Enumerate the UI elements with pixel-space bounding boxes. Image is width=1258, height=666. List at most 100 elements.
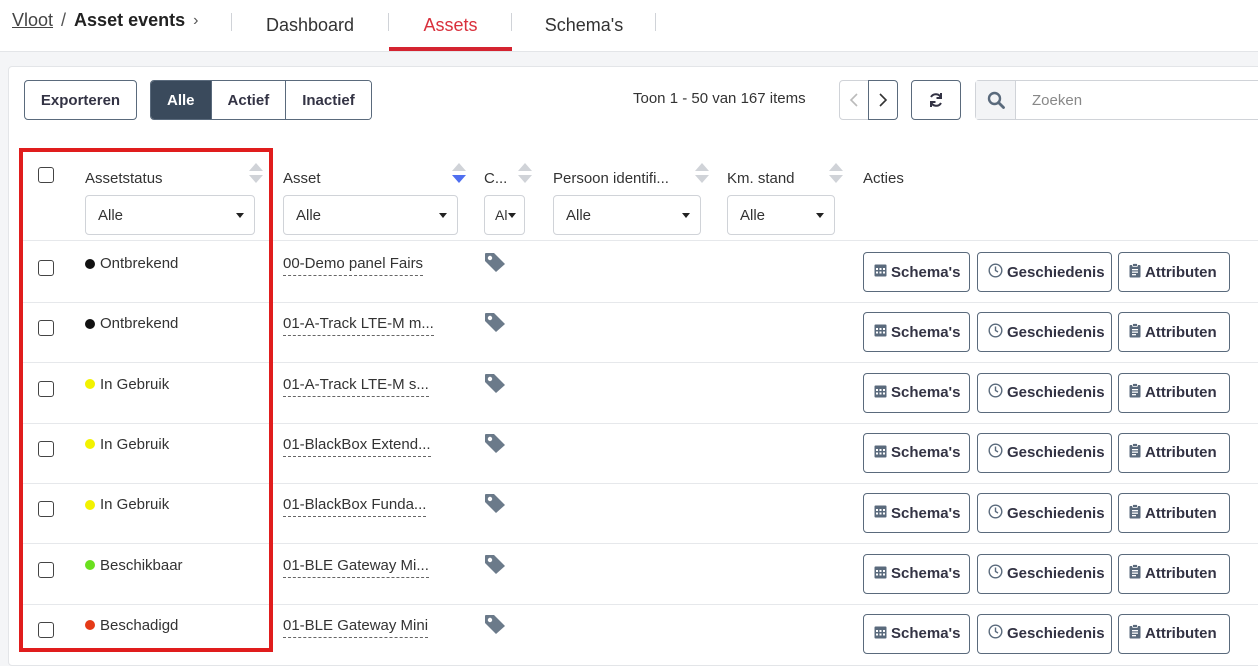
chevron-right-icon <box>879 93 888 107</box>
history-button[interactable]: Geschiedenis <box>977 312 1112 353</box>
calendar-icon <box>874 263 891 281</box>
breadcrumb-current: Asset events <box>74 10 186 30</box>
clipboard-icon <box>1129 322 1145 342</box>
refresh-icon <box>930 93 942 107</box>
history-button[interactable]: Geschiedenis <box>977 252 1112 292</box>
asset-link[interactable]: 01-A-Track LTE-M m... <box>283 315 434 337</box>
history-button[interactable]: Geschiedenis <box>977 372 1112 413</box>
history-button-label: Geschiedenis <box>1007 625 1105 643</box>
attributes-button[interactable]: Attributen <box>1118 312 1230 353</box>
caret-down-icon <box>816 213 824 218</box>
column-header-km[interactable]: Km. stand <box>727 170 795 187</box>
schemas-button[interactable]: Schema's <box>863 432 970 473</box>
column-header-asset[interactable]: Asset <box>283 170 321 187</box>
history-button-label: Geschiedenis <box>1007 565 1105 582</box>
tag-icon[interactable] <box>484 493 506 518</box>
history-button[interactable]: Geschiedenis <box>977 493 1112 534</box>
clock-icon <box>988 443 1007 462</box>
active-filter-group: Alle Actief Inactief <box>150 80 372 120</box>
history-button-label: Geschiedenis <box>1007 263 1105 281</box>
c-filter-select[interactable]: Al <box>484 195 525 235</box>
filter-all-button[interactable]: Alle <box>151 81 212 119</box>
calendar-icon <box>874 565 891 583</box>
history-button[interactable]: Geschiedenis <box>977 553 1112 594</box>
calendar-icon <box>874 625 891 643</box>
history-button[interactable]: Geschiedenis <box>977 613 1112 654</box>
filter-active-button[interactable]: Actief <box>211 81 287 119</box>
clock-icon <box>988 262 1007 282</box>
clock-icon <box>988 323 1007 342</box>
breadcrumb-vloot-link[interactable]: Vloot <box>12 10 53 31</box>
select-value: Alle <box>296 206 322 224</box>
history-button[interactable]: Geschiedenis <box>977 432 1112 473</box>
tag-icon[interactable] <box>484 554 506 579</box>
attributes-button[interactable]: Attributen <box>1118 252 1230 292</box>
asset-link[interactable]: 01-BlackBox Funda... <box>283 496 427 518</box>
refresh-button[interactable] <box>911 80 961 120</box>
tag-icon[interactable] <box>484 252 506 277</box>
schemas-button[interactable]: Schema's <box>863 613 970 654</box>
schemas-button[interactable]: Schema's <box>863 312 970 353</box>
next-page-button[interactable] <box>868 80 898 120</box>
caret-down-icon <box>439 213 447 218</box>
sort-icon[interactable] <box>695 163 709 183</box>
attributes-button[interactable]: Attributen <box>1118 432 1230 473</box>
column-header-c[interactable]: C... <box>484 170 507 187</box>
clock-icon <box>988 564 1007 583</box>
clock-icon <box>988 624 1007 643</box>
search-icon[interactable] <box>976 81 1016 119</box>
search-input[interactable] <box>1016 81 1256 119</box>
clipboard-icon <box>1129 564 1145 583</box>
clock-icon <box>988 383 1007 402</box>
divider <box>231 13 232 31</box>
attributes-button[interactable]: Attributen <box>1118 613 1230 654</box>
sort-icon[interactable] <box>518 163 532 183</box>
tab-dashboard[interactable]: Dashboard <box>242 0 378 50</box>
chevron-right-icon[interactable]: › <box>193 12 198 30</box>
asset-link[interactable]: 01-A-Track LTE-M s... <box>283 376 429 397</box>
attributes-button[interactable]: Attributen <box>1118 372 1230 413</box>
schemas-button[interactable]: Schema's <box>863 493 970 534</box>
schemas-button[interactable]: Schema's <box>863 553 970 594</box>
schemas-button[interactable]: Schema's <box>863 252 970 292</box>
asset-link[interactable]: 01-BLE Gateway Mi... <box>283 557 429 578</box>
export-button[interactable]: Exporteren <box>24 80 137 120</box>
tag-icon[interactable] <box>484 433 506 458</box>
search-box <box>975 80 1258 120</box>
asset-filter-select[interactable]: Alle <box>283 195 458 235</box>
km-filter-select[interactable]: Alle <box>727 195 835 235</box>
attributes-button-label: Attributen <box>1145 565 1217 582</box>
person-filter-select[interactable]: Alle <box>553 195 701 235</box>
attributes-button-label: Attributen <box>1145 323 1217 341</box>
attributes-button[interactable]: Attributen <box>1118 553 1230 594</box>
calendar-icon <box>874 444 891 462</box>
history-button-label: Geschiedenis <box>1007 384 1105 402</box>
column-header-person[interactable]: Persoon identifi... <box>553 170 669 187</box>
column-header-actions: Acties <box>863 170 904 187</box>
sort-desc-icon[interactable] <box>452 163 466 183</box>
caret-down-icon <box>508 213 516 218</box>
schemas-button-label: Schema's <box>891 323 961 341</box>
attributes-button-label: Attributen <box>1145 504 1217 522</box>
tag-icon[interactable] <box>484 614 506 639</box>
previous-page-button[interactable] <box>839 80 869 120</box>
attributes-button[interactable]: Attributen <box>1118 493 1230 534</box>
sort-icon[interactable] <box>829 163 843 183</box>
breadcrumb: Vloot / Asset events › <box>12 10 198 31</box>
tag-icon[interactable] <box>484 373 506 398</box>
asset-link[interactable]: 01-BLE Gateway Mini <box>283 617 429 638</box>
clipboard-icon <box>1129 624 1145 643</box>
filter-inactive-button[interactable]: Inactief <box>286 81 371 119</box>
tab-assets[interactable]: Assets <box>389 0 512 51</box>
asset-link[interactable]: 00-Demo panel Fairs <box>283 255 424 276</box>
schemas-button[interactable]: Schema's <box>863 372 970 413</box>
tag-icon[interactable] <box>484 312 506 337</box>
calendar-icon <box>874 323 891 341</box>
divider <box>511 13 512 31</box>
tab-schemas[interactable]: Schema's <box>522 0 646 50</box>
clipboard-icon <box>1129 443 1145 462</box>
attributes-button-label: Attributen <box>1145 384 1217 402</box>
schemas-button-label: Schema's <box>891 625 961 643</box>
clipboard-icon <box>1129 262 1145 282</box>
asset-link[interactable]: 01-BlackBox Extend... <box>283 436 431 457</box>
